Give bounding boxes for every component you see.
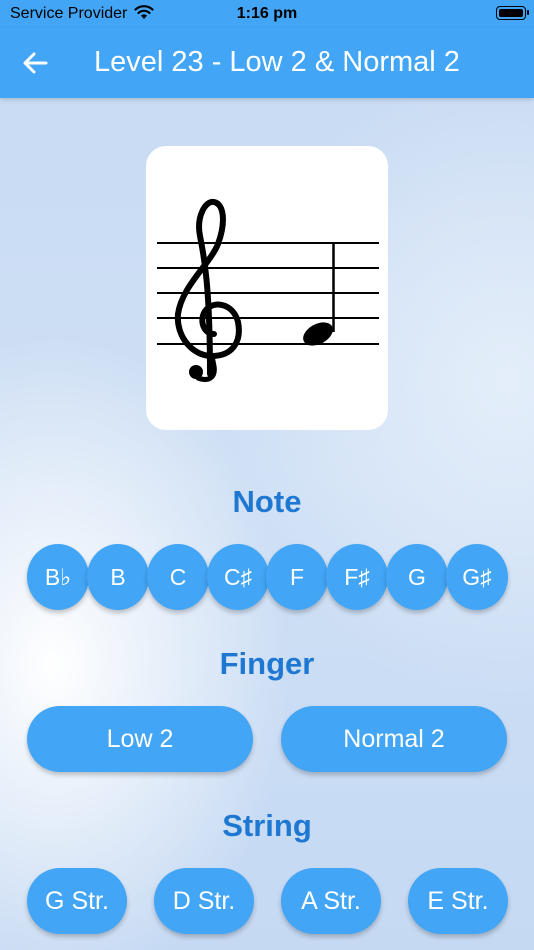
treble-clef-icon — [174, 198, 242, 382]
note-option-b[interactable]: B — [87, 544, 149, 610]
note-option-b-flat[interactable]: B♭ — [27, 544, 89, 610]
string-option-e[interactable]: E Str. — [408, 868, 508, 934]
note-option-g[interactable]: G — [386, 544, 448, 610]
battery-icon — [496, 6, 529, 20]
string-option-d[interactable]: D Str. — [154, 868, 254, 934]
status-bar: Service Provider 1:16 pm — [0, 0, 534, 28]
arrow-left-icon — [23, 52, 48, 74]
back-button[interactable] — [16, 45, 56, 81]
finger-option-normal-2[interactable]: Normal 2 — [281, 706, 507, 772]
quarter-note-icon — [303, 244, 335, 346]
note-option-f[interactable]: F — [266, 544, 328, 610]
string-section-title: String — [222, 808, 312, 843]
finger-section-title: Finger — [219, 646, 315, 681]
note-card — [146, 146, 388, 430]
note-section-title: Note — [232, 484, 302, 519]
app-bar: Level 23 - Low 2 & Normal 2 — [0, 28, 534, 98]
string-option-a[interactable]: A Str. — [281, 868, 381, 934]
note-option-c-sharp[interactable]: C♯ — [207, 544, 269, 610]
page-title: Level 23 - Low 2 & Normal 2 — [94, 46, 460, 78]
note-option-g-sharp[interactable]: G♯ — [446, 544, 508, 610]
note-option-f-sharp[interactable]: F♯ — [326, 544, 388, 610]
string-option-g[interactable]: G Str. — [27, 868, 127, 934]
clock: 1:16 pm — [236, 5, 298, 22]
finger-option-low-2[interactable]: Low 2 — [27, 706, 253, 772]
music-staff — [157, 198, 379, 382]
note-option-c[interactable]: C — [147, 544, 209, 610]
